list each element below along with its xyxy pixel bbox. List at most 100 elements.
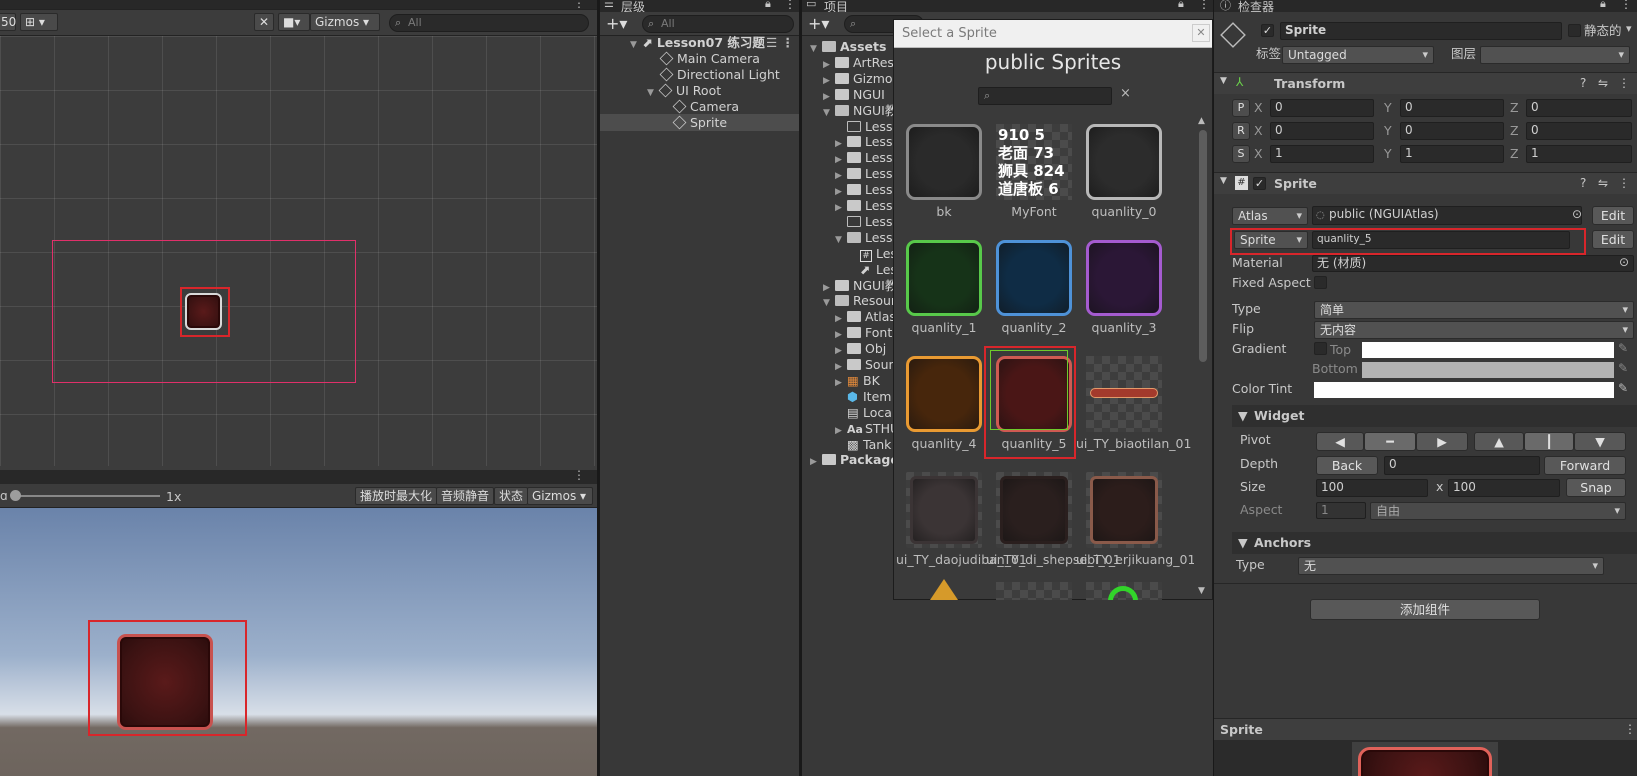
transform-x-field[interactable]: 1 [1270, 145, 1374, 163]
hierarchy-tab[interactable]: ☰ 层级 🔒︎ ⋮ [600, 0, 799, 14]
pivot-left-icon[interactable]: ◀ [1316, 432, 1364, 451]
depth-back-button[interactable]: Back [1316, 456, 1378, 475]
pivot-center-icon[interactable]: ━ [1364, 432, 1416, 451]
more-icon[interactable]: ⋮ [1198, 0, 1210, 11]
snap-button[interactable]: Snap [1566, 478, 1626, 497]
scroll-down-icon[interactable]: ▼ [1198, 586, 1205, 596]
sprite-cell[interactable]: quanlity_4 [896, 352, 982, 460]
layer-dropdown[interactable] [1480, 46, 1630, 64]
sprite-component-header[interactable]: ▼ # ✓ Sprite ? ⇋ ⋮ [1214, 172, 1637, 194]
transform-z-field[interactable]: 1 [1526, 145, 1632, 163]
object-picker-icon[interactable]: ⊙ [1619, 255, 1629, 269]
clear-search-icon[interactable]: × [1120, 86, 1131, 101]
picker-titlebar[interactable]: Select a Sprite ✕ [894, 20, 1212, 48]
collapse-icon[interactable]: ▼ [1220, 76, 1227, 86]
transform-p-button[interactable]: P [1232, 99, 1250, 117]
lock-icon[interactable]: 🔒︎ [1178, 0, 1184, 11]
scale-slider-handle[interactable] [10, 490, 21, 501]
more-icon[interactable]: ⋮ [1620, 0, 1632, 11]
more-icon[interactable]: ⋮ [573, 0, 585, 10]
add-component-button[interactable]: 添加组件 [1310, 599, 1540, 620]
game-gizmos-dropdown[interactable]: Gizmos ▾ [527, 487, 593, 505]
static-dropdown-icon[interactable]: ▾ [1626, 22, 1632, 35]
scale-field[interactable]: 50 [0, 13, 16, 31]
fixed-aspect-checkbox[interactable] [1314, 276, 1327, 289]
hierarchy-item[interactable]: ▼ UI Root [647, 83, 721, 99]
hierarchy-item[interactable]: Directional Light [659, 67, 780, 83]
collapse-icon[interactable]: ▼ [1220, 176, 1227, 186]
pivot-right-icon[interactable]: ▶ [1416, 432, 1468, 451]
gizmos-dropdown[interactable]: Gizmos ▾ [310, 13, 380, 31]
transform-r-button[interactable]: R [1232, 122, 1250, 140]
sprite-dropdown[interactable]: Sprite [1234, 231, 1308, 249]
collapse-icon[interactable]: ▼ [1238, 535, 1248, 550]
transform-y-field[interactable]: 1 [1400, 145, 1504, 163]
collapse-icon[interactable]: ▼ [1238, 408, 1248, 423]
more-icon[interactable]: ⋮ [573, 468, 585, 482]
sprite-cell[interactable]: quanlity_3 [1076, 236, 1162, 344]
preview-header[interactable]: Sprite ⋮ [1214, 718, 1637, 740]
close-icon[interactable]: ✕ [1192, 24, 1210, 42]
flip-dropdown[interactable]: 无内容 [1314, 321, 1634, 339]
height-field[interactable]: 100 [1448, 479, 1560, 497]
pivot-top-icon[interactable]: ▲ [1474, 432, 1524, 451]
static-checkbox[interactable] [1568, 24, 1581, 37]
gradient-top-color[interactable] [1362, 342, 1614, 358]
preset-icon[interactable]: ⇋ [1598, 76, 1608, 90]
pivot-middle-icon[interactable]: ┃ [1524, 432, 1574, 451]
active-checkbox[interactable]: ✓ [1261, 24, 1274, 37]
mute-audio-button[interactable]: 音频静音 [436, 487, 495, 505]
scene-canvas[interactable] [0, 36, 597, 466]
enabled-checkbox[interactable]: ✓ [1253, 177, 1266, 190]
scroll-up-icon[interactable]: ▲ [1198, 116, 1205, 126]
menu-icon[interactable]: ☰ ⋮ [766, 35, 794, 51]
anchors-type-dropdown[interactable]: 无 [1298, 557, 1604, 575]
transform-y-field[interactable]: 0 [1400, 99, 1504, 117]
layout-dropdown[interactable]: ⊞ ▾ [20, 13, 58, 31]
hierarchy-item[interactable]: Main Camera [659, 51, 760, 67]
preset-icon[interactable]: ⇋ [1598, 176, 1608, 190]
depth-forward-button[interactable]: Forward [1544, 456, 1626, 475]
hierarchy-item[interactable]: ▼ ⬈ Lesson07 练习题 ☰ ⋮ [630, 35, 799, 51]
widget-header[interactable]: ▼ Widget [1232, 405, 1637, 427]
atlas-field[interactable]: ◌ public (NGUIAtlas) [1312, 206, 1582, 225]
scene-sprite[interactable] [185, 293, 222, 330]
tag-dropdown[interactable]: Untagged [1282, 46, 1434, 64]
more-icon[interactable]: ⋮ [1618, 76, 1630, 90]
hierarchy-search-input[interactable]: ⌕ All [642, 15, 794, 33]
sprite-cell[interactable]: ui_TY_erjikuang_01 [1076, 468, 1194, 576]
more-icon[interactable]: ⋮ [1624, 722, 1636, 736]
gradient-bottom-color[interactable] [1362, 362, 1614, 378]
sprite-cell[interactable]: ui_TY_di_shepsebi_01 [986, 468, 1121, 576]
more-icon[interactable]: ⋮ [784, 0, 796, 11]
more-icon[interactable]: ⋮ [1618, 176, 1630, 190]
lock-icon[interactable]: 🔒︎ [765, 0, 771, 11]
scene-search-input[interactable]: ⌕ All [389, 14, 589, 32]
gradient-checkbox[interactable] [1314, 342, 1327, 355]
atlas-dropdown[interactable]: Atlas [1232, 207, 1308, 225]
object-name-field[interactable]: Sprite [1280, 22, 1562, 40]
transform-s-button[interactable]: S [1232, 145, 1250, 163]
sprite-cell[interactable]: ui_TY_daojudiban_01 [896, 468, 1027, 576]
atlas-edit-button[interactable]: Edit [1592, 206, 1634, 225]
sprite-cell[interactable]: quanlity_2 [986, 236, 1072, 344]
depth-field[interactable]: 0 [1384, 456, 1540, 475]
eyedropper-icon[interactable]: ✎ [1618, 341, 1628, 355]
game-view[interactable]: ⋮ ɑ 1x 播放时最大化 音频静音 状态 Gizmos ▾ [0, 468, 597, 776]
help-icon[interactable]: ? [1580, 76, 1586, 90]
sprite-cell[interactable]: quanlity_1 [896, 236, 982, 344]
sprite-edit-button[interactable]: Edit [1592, 230, 1634, 249]
color-tint-field[interactable] [1314, 382, 1614, 398]
lock-icon[interactable]: 🔒︎ [1600, 0, 1606, 11]
transform-x-field[interactable]: 0 [1270, 122, 1374, 140]
object-picker-icon[interactable]: ⊙ [1572, 207, 1582, 221]
width-field[interactable]: 100 [1316, 479, 1428, 497]
scale-slider-track[interactable] [14, 495, 160, 497]
sprite-cell[interactable]: bk [896, 120, 982, 228]
maximize-on-play-button[interactable]: 播放时最大化 [355, 487, 438, 505]
scene-view[interactable]: ⋮ 50 ⊞ ▾ ✕ ■▾ Gizmos ▾ ⌕ All [0, 0, 597, 470]
tools-icon[interactable]: ✕ [254, 13, 274, 31]
help-icon[interactable]: ? [1580, 176, 1586, 190]
hierarchy-item[interactable]: Camera [672, 99, 739, 115]
sprite-cell[interactable]: quanlity_0 [1076, 120, 1162, 228]
